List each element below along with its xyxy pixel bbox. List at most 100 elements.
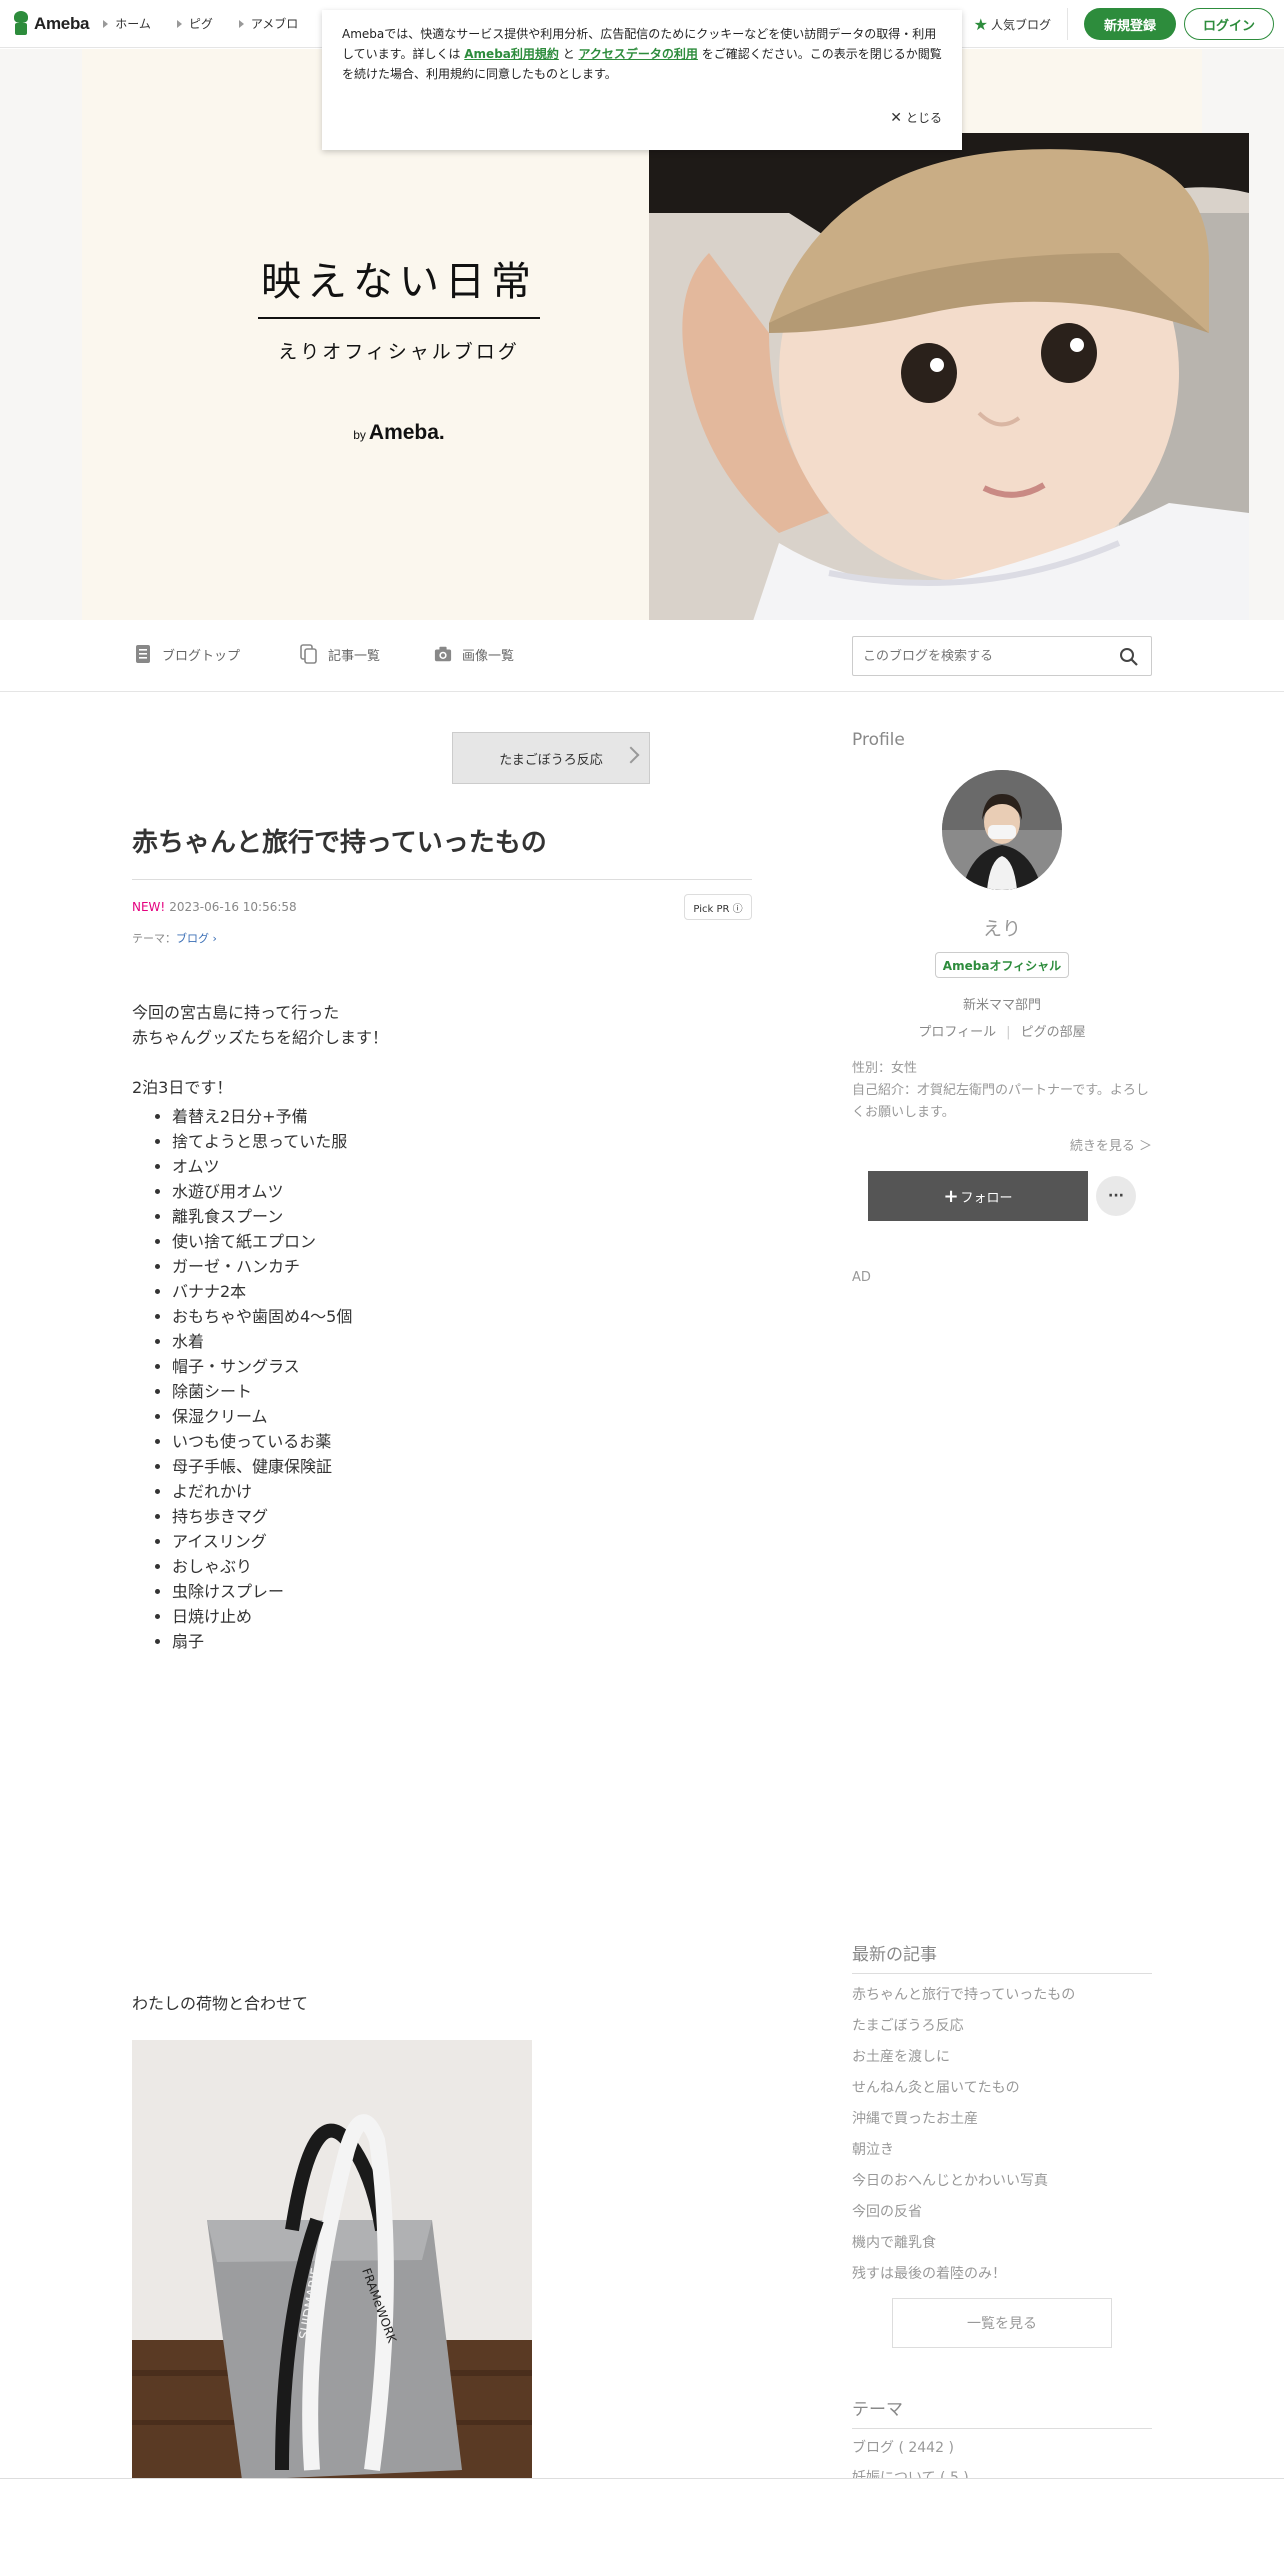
nav-ameblo[interactable]: アメブロ [238, 15, 298, 32]
recent-article-link[interactable]: たまごぼうろ反応 [852, 2011, 1152, 2042]
profile-intro: 自己紹介：才賀紀左衛門のパートナーです。よろしくお願いします。 [852, 1083, 1149, 1120]
official-badge: Amebaオフィシャル [935, 952, 1069, 978]
ameba-logo[interactable]: Ameba [12, 0, 89, 48]
blog-nav: ブログトップ 記事一覧 画像一覧 [0, 620, 1284, 692]
read-more-link[interactable]: 続きを見る ＞ [852, 1135, 1152, 1154]
list-item: よだれかけ [172, 1479, 752, 1504]
list-item: 着替え2日分+予備 [172, 1104, 752, 1129]
list-item: アイスリング [172, 1529, 752, 1554]
caret-right-icon [238, 19, 244, 28]
more-options-button[interactable]: ··· [1096, 1176, 1136, 1216]
pigg-room-link[interactable]: ピグの部屋 [1021, 1025, 1086, 1040]
article-date: 2023-06-16 10:56:58 [169, 900, 297, 914]
caret-right-icon [176, 19, 182, 28]
header-baby-photo [649, 133, 1249, 633]
list-item: 扇子 [172, 1629, 752, 1654]
by-label: by [353, 428, 366, 442]
article-title: 赤ちゃんと旅行で持っていったもの [132, 822, 752, 880]
nav-home[interactable]: ホーム [103, 15, 151, 32]
bag-photo[interactable]: SUIDMARIF FRAMeWORK [132, 2040, 532, 2480]
trip-duration: 2泊3日です！ [132, 1078, 233, 1097]
follow-label: フォロー [960, 1190, 1013, 1206]
close-icon: ✕ [890, 110, 902, 126]
cookie-close-button[interactable]: ✕ とじる [890, 108, 942, 128]
nav-images[interactable]: 画像一覧 [434, 644, 514, 664]
link-divider: | [1006, 1025, 1011, 1040]
recent-article-link[interactable]: 今日のおへんじとかわいい写真 [852, 2166, 1152, 2197]
list-item: 水遊び用オムツ [172, 1179, 752, 1204]
nav-home-label: ホーム [115, 17, 151, 31]
nav-blog-top[interactable]: ブログトップ [134, 644, 240, 664]
outro-text: わたしの荷物と合わせて [132, 1994, 309, 2013]
pick-pr-badge[interactable]: Pick PR ⓘ [684, 894, 752, 920]
profile-name[interactable]: えり [852, 914, 1152, 941]
list-item: おもちゃや歯固め4〜5個 [172, 1304, 752, 1329]
list-item: 持ち歩きマグ [172, 1504, 752, 1529]
list-item: ガーゼ・ハンカチ [172, 1254, 752, 1279]
article-body: 今回の宮古島に持って行った 赤ちゃんグッズたちを紹介します！ 2泊3日です！ 着… [132, 1000, 752, 1654]
recent-article-link[interactable]: 今回の反省 [852, 2197, 1152, 2228]
by-ameba-label: by Ameba. [258, 421, 540, 445]
theme-link[interactable]: ブログ [176, 932, 209, 945]
recent-article-link[interactable]: 赤ちゃんと旅行で持っていったもの [852, 1980, 1152, 2011]
star-icon: ★ [973, 14, 988, 34]
register-button[interactable]: 新規登録 [1084, 8, 1176, 40]
article-theme: テーマ：ブログ › [132, 930, 217, 946]
prev-article-button[interactable]: たまごぼうろ反応 [452, 732, 650, 784]
view-all-button[interactable]: 一覧を見る [892, 2298, 1112, 2348]
recent-articles-list: 赤ちゃんと旅行で持っていったもの たまごぼうろ反応 お土産を渡しに せんねん灸と… [852, 1980, 1152, 2290]
packing-list: 着替え2日分+予備 捨てようと思っていた服 オムツ 水遊び用オムツ 離乳食スプー… [132, 1104, 752, 1654]
logo-text: Ameba [34, 13, 90, 33]
list-item: 離乳食スプーン [172, 1204, 752, 1229]
nav-articles-label: 記事一覧 [328, 648, 381, 664]
profile-gender: 性別：女性 [852, 1061, 918, 1076]
profile-links: プロフィール | ピグの部屋 [852, 1021, 1152, 1040]
list-item: 水着 [172, 1329, 752, 1354]
list-item: 捨てようと思っていた服 [172, 1129, 752, 1154]
recent-article-link[interactable]: お土産を渡しに [852, 2042, 1152, 2073]
theme-label: テーマ： [132, 932, 176, 945]
cookie-consent-banner: Amebaでは、快適なサービス提供や利用分析、広告配信のためにクッキーなどを使い… [322, 10, 962, 150]
blog-title: 映えない日常 [261, 259, 537, 305]
terms-link[interactable]: Ameba利用規約 [464, 47, 559, 61]
avatar[interactable] [942, 770, 1062, 890]
list-item: 保湿クリーム [172, 1404, 752, 1429]
list-item: 母子手帳、健康保険証 [172, 1454, 752, 1479]
header-actions: ★ 人気ブログ 新規登録 ログイン [974, 0, 1274, 48]
nav-images-label: 画像一覧 [462, 648, 515, 664]
follow-button[interactable]: + フォロー [868, 1171, 1088, 1221]
caret-right-icon [103, 19, 109, 28]
recent-article-link[interactable]: 残すは最後の着陸のみ！ [852, 2259, 1152, 2290]
list-item: いつも使っているお薬 [172, 1429, 752, 1454]
ameba-mascot-icon [12, 10, 30, 37]
nav-articles[interactable]: 記事一覧 [300, 644, 380, 664]
access-data-link[interactable]: アクセスデータの利用 [579, 47, 698, 61]
brand-label: Ameba. [368, 421, 445, 444]
chevron-right-icon [622, 746, 640, 764]
intro-line-1: 今回の宮古島に持って行った [132, 1003, 340, 1022]
camera-icon [434, 646, 452, 662]
recent-article-link[interactable]: 機内で離乳食 [852, 2228, 1152, 2259]
cookie-close-label: とじる [905, 111, 942, 125]
themes-heading: テーマ [852, 2395, 1152, 2429]
recent-article-link[interactable]: 沖縄で買ったお土産 [852, 2104, 1152, 2135]
article-meta: NEW! 2023-06-16 10:56:58 [132, 900, 297, 914]
theme-link[interactable]: ブログ ( 2442 ) [852, 2433, 1152, 2463]
list-item: 除菌シート [172, 1379, 752, 1404]
nav-pigg[interactable]: ピグ [176, 15, 213, 32]
prev-article-label: たまごぼうろ反応 [499, 752, 603, 768]
recent-article-link[interactable]: 朝泣き [852, 2135, 1152, 2166]
list-item: 虫除けスプレー [172, 1579, 752, 1604]
popular-blogs-link[interactable]: ★ 人気ブログ [974, 8, 1068, 40]
bottom-strip [0, 2478, 1284, 2568]
recent-articles-heading: 最新の記事 [852, 1940, 1152, 1974]
profile-link[interactable]: プロフィール [918, 1025, 996, 1040]
profile-heading: Profile [852, 730, 905, 750]
search-input[interactable] [863, 648, 1103, 664]
search-icon[interactable] [1119, 647, 1139, 667]
copy-icon [300, 644, 317, 664]
login-button[interactable]: ログイン [1184, 8, 1274, 40]
list-item: 帽子・サングラス [172, 1354, 752, 1379]
nav-blog-top-label: ブログトップ [162, 648, 241, 664]
recent-article-link[interactable]: せんねん灸と届いてたもの [852, 2073, 1152, 2104]
